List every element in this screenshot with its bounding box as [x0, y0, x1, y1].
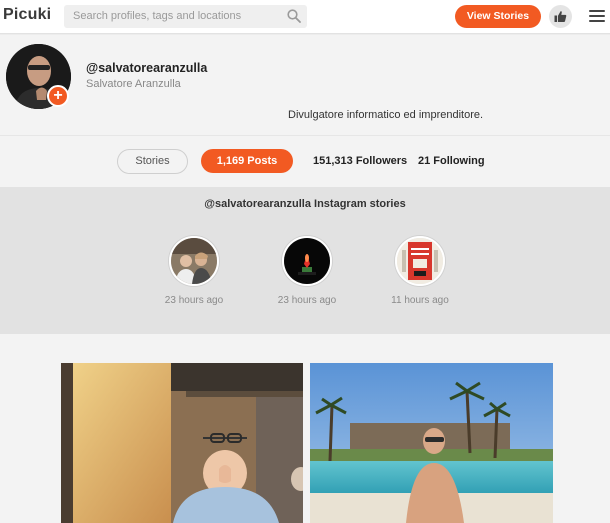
view-stories-button[interactable]: View Stories: [455, 5, 541, 28]
story-thumbnail[interactable]: [282, 236, 332, 286]
story-time: 11 hours ago: [391, 295, 449, 306]
story-time: 23 hours ago: [277, 295, 337, 306]
story-item[interactable]: 23 hours ago: [272, 236, 342, 306]
search-icon[interactable]: [287, 9, 301, 23]
story-item[interactable]: 11 hours ago: [385, 236, 455, 306]
post-thumbnail[interactable]: [61, 363, 303, 523]
top-bar: Picuki Search profiles, tags and locatio…: [0, 0, 610, 34]
profile-header: + @salvatorearanzulla Salvatore Aranzull…: [0, 35, 610, 135]
site-logo[interactable]: Picuki: [3, 6, 51, 24]
profile-bio: Divulgatore informatico ed imprenditore.: [288, 109, 484, 121]
add-icon[interactable]: +: [47, 85, 69, 107]
like-button[interactable]: [549, 5, 572, 28]
search-input[interactable]: Search profiles, tags and locations: [64, 5, 307, 28]
stories-title: @salvatorearanzulla Instagram stories: [204, 198, 406, 210]
profile-stats-bar: Stories 1,169 Posts 151,313 Followers 21…: [0, 135, 610, 187]
posts-tab[interactable]: 1,169 Posts: [201, 149, 293, 173]
story-item[interactable]: 23 hours ago: [159, 236, 229, 306]
hamburger-menu-icon[interactable]: [589, 10, 605, 22]
stories-section: @salvatorearanzulla Instagram stories 23…: [0, 187, 610, 334]
posts-grid: [0, 334, 610, 523]
stories-tab[interactable]: Stories: [117, 149, 188, 174]
following-count[interactable]: 21 Following: [418, 155, 485, 167]
search-placeholder: Search profiles, tags and locations: [73, 10, 242, 22]
thumbs-up-icon: [554, 11, 567, 22]
post-thumbnail[interactable]: [310, 363, 553, 523]
followers-count[interactable]: 151,313 Followers: [313, 155, 407, 167]
story-thumbnail[interactable]: [395, 236, 445, 286]
profile-full-name: Salvatore Aranzulla: [86, 78, 181, 90]
profile-username: @salvatorearanzulla: [86, 61, 208, 75]
story-time: 23 hours ago: [164, 295, 224, 306]
story-thumbnail[interactable]: [169, 236, 219, 286]
